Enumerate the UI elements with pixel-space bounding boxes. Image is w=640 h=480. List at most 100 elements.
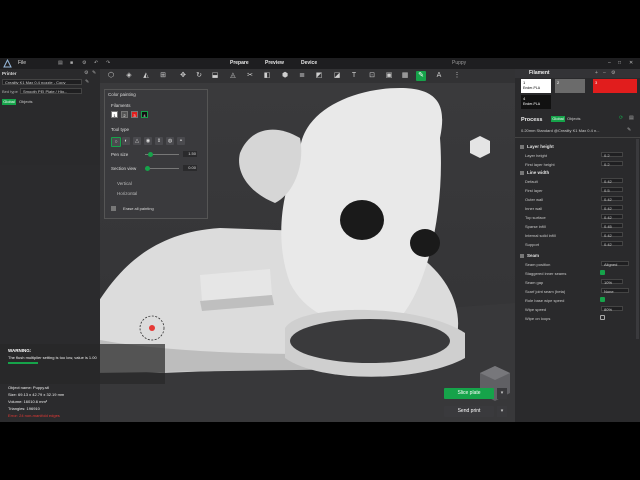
horizontal-option[interactable]: Horizontal: [117, 191, 137, 196]
lay-on-face-icon[interactable]: ◬: [228, 71, 238, 81]
wipe-on-loops-label: Wipe on loops: [525, 316, 551, 321]
lw-top-surface-input[interactable]: 0.42: [601, 214, 623, 220]
role-wipe-speed-checkbox[interactable]: [600, 297, 605, 302]
printer-edit-button-icon[interactable]: ✎: [85, 79, 89, 85]
filament-swatch-4[interactable]: 4: [141, 111, 148, 118]
filament-slot-1[interactable]: 1 Ender-PLA: [521, 79, 551, 93]
mesh-boolean-icon[interactable]: ◧: [262, 71, 272, 81]
process-save-icon[interactable]: ⟳: [619, 115, 623, 121]
warning-link[interactable]: [8, 362, 38, 364]
text-icon[interactable]: T: [349, 71, 359, 81]
lw-default-input[interactable]: 0.42: [601, 178, 623, 184]
circle-brush-icon[interactable]: ○: [111, 137, 121, 147]
orient-icon[interactable]: ◈: [124, 71, 134, 81]
process-tab-objects[interactable]: Objects: [567, 116, 581, 122]
grid-icon[interactable]: ⋮: [452, 71, 462, 81]
tab-device[interactable]: Device: [301, 60, 317, 66]
triangle-brush-icon[interactable]: △: [133, 137, 141, 145]
bed-type-select[interactable]: Smooth PEI Plate / Hig...: [20, 88, 82, 94]
erase-all-button[interactable]: Erase all painting: [123, 206, 154, 211]
cube-icon[interactable]: ⬢: [280, 71, 290, 81]
tab-preview[interactable]: Preview: [265, 60, 284, 66]
arrange-icon[interactable]: ◭: [141, 71, 151, 81]
tab-prepare[interactable]: Prepare: [230, 60, 249, 66]
sidebar-scrollbar[interactable]: [636, 139, 639, 339]
seam-position-select[interactable]: Aligned: [601, 261, 629, 267]
open-icon[interactable]: ▤: [58, 60, 63, 66]
process-preset-select[interactable]: 0.20mm Standard @Creality K1 Max 0.4 n..…: [521, 128, 600, 133]
scale-icon[interactable]: ⬓: [210, 71, 220, 81]
section-view-value[interactable]: 0.00: [183, 165, 197, 171]
add-object-icon[interactable]: ⬡: [106, 71, 116, 81]
save-icon[interactable]: ■: [70, 60, 73, 66]
measure-icon[interactable]: ⊡: [367, 71, 377, 81]
sphere-brush-icon[interactable]: ◐: [122, 137, 130, 145]
cut-icon[interactable]: ✂: [245, 71, 255, 81]
lw-outer-wall-input[interactable]: 0.42: [601, 196, 623, 202]
process-compare-icon[interactable]: ▤: [629, 115, 634, 121]
move-icon[interactable]: ✥: [178, 71, 188, 81]
height-brush-icon[interactable]: ⇕: [155, 137, 163, 145]
section-view-handle[interactable]: [145, 166, 150, 171]
rotate-icon[interactable]: ↻: [194, 71, 204, 81]
printer-select[interactable]: Creality K1 Max 0.4 nozzle - Copy: [2, 79, 82, 85]
lw-internal-solid-input[interactable]: 0.42: [601, 232, 623, 238]
vertical-option[interactable]: Vertical: [117, 181, 132, 186]
printer-panel: Printer ⚙ ✎ Creality K1 Max 0.4 nozzle -…: [0, 69, 100, 165]
tab-objects[interactable]: Objects: [19, 99, 33, 105]
process-tab-global[interactable]: Global: [551, 116, 565, 122]
color-paint-icon[interactable]: ✎: [416, 71, 426, 81]
pen-size-value[interactable]: 1.50: [183, 151, 197, 157]
undo-icon[interactable]: ↶: [94, 60, 98, 66]
assembly-icon[interactable]: ▣: [384, 71, 394, 81]
settings-icon[interactable]: ⚙: [82, 60, 86, 66]
redo-icon[interactable]: ↷: [106, 60, 110, 66]
filament-slot-3[interactable]: 3: [593, 79, 637, 93]
slice-plate-button[interactable]: Slice plate: [444, 388, 494, 399]
minimize-icon[interactable]: –: [608, 60, 611, 66]
printer-settings-icon[interactable]: ⚙: [84, 70, 88, 76]
staggered-seams-checkbox[interactable]: [600, 270, 605, 275]
preset-edit-icon[interactable]: ✎: [627, 127, 631, 133]
lw-inner-wall-input[interactable]: 0.42: [601, 205, 623, 211]
maximize-icon[interactable]: □: [618, 60, 621, 66]
filament-swatch-1[interactable]: 1: [111, 111, 118, 118]
tab-global[interactable]: Global: [2, 99, 16, 105]
filament-slot-4[interactable]: 4 Ender-PLA: [521, 95, 551, 109]
erase-checkbox[interactable]: [111, 206, 116, 211]
first-layer-height-input[interactable]: 0.2: [601, 161, 623, 167]
filament-remove-icon[interactable]: –: [603, 70, 606, 76]
send-print-button[interactable]: Send print: [444, 406, 494, 417]
close-icon[interactable]: ✕: [629, 60, 633, 66]
bed-type-label: Bed type: [2, 89, 18, 94]
filament-swatch-3[interactable]: 3: [131, 111, 138, 118]
slice-dropdown-icon[interactable]: ▾: [497, 388, 507, 399]
scarf-joint-select[interactable]: None: [601, 288, 629, 294]
pen-size-handle[interactable]: [148, 152, 153, 157]
section-view-slider[interactable]: [145, 168, 179, 169]
wipe-on-loops-checkbox[interactable]: [600, 315, 605, 320]
variable-layer-icon[interactable]: ≣: [297, 71, 307, 81]
layer-height-input[interactable]: 0.2: [601, 152, 623, 158]
plate-icon[interactable]: ▦: [400, 71, 410, 81]
lw-first-layer-input[interactable]: 0.5: [601, 187, 623, 193]
fill-brush-icon[interactable]: ◉: [144, 137, 152, 145]
staggered-seams-label: Staggered inner seams: [525, 271, 567, 276]
view-icon[interactable]: A: [434, 71, 444, 81]
filament-slot-2[interactable]: 2: [555, 79, 585, 93]
gap-fill-icon[interactable]: ◍: [166, 137, 174, 145]
send-dropdown-icon[interactable]: ▾: [497, 406, 507, 417]
filament-swatch-2[interactable]: 2: [121, 111, 128, 118]
filament-settings-icon[interactable]: ⚙: [611, 70, 615, 76]
seam-paint-icon[interactable]: ◪: [332, 71, 342, 81]
menu-file[interactable]: File: [18, 60, 26, 66]
seam-gap-input[interactable]: 10%: [601, 279, 623, 285]
edge-brush-icon[interactable]: ◓: [177, 137, 185, 145]
printer-edit-icon[interactable]: ✎: [92, 70, 96, 76]
wipe-speed-input[interactable]: 80%: [601, 306, 623, 312]
lw-support-input[interactable]: 0.42: [601, 241, 623, 247]
lw-sparse-infill-input[interactable]: 0.45: [601, 223, 623, 229]
filament-add-icon[interactable]: +: [595, 70, 598, 76]
split-icon[interactable]: ⊞: [158, 71, 168, 81]
support-paint-icon[interactable]: ◩: [314, 71, 324, 81]
